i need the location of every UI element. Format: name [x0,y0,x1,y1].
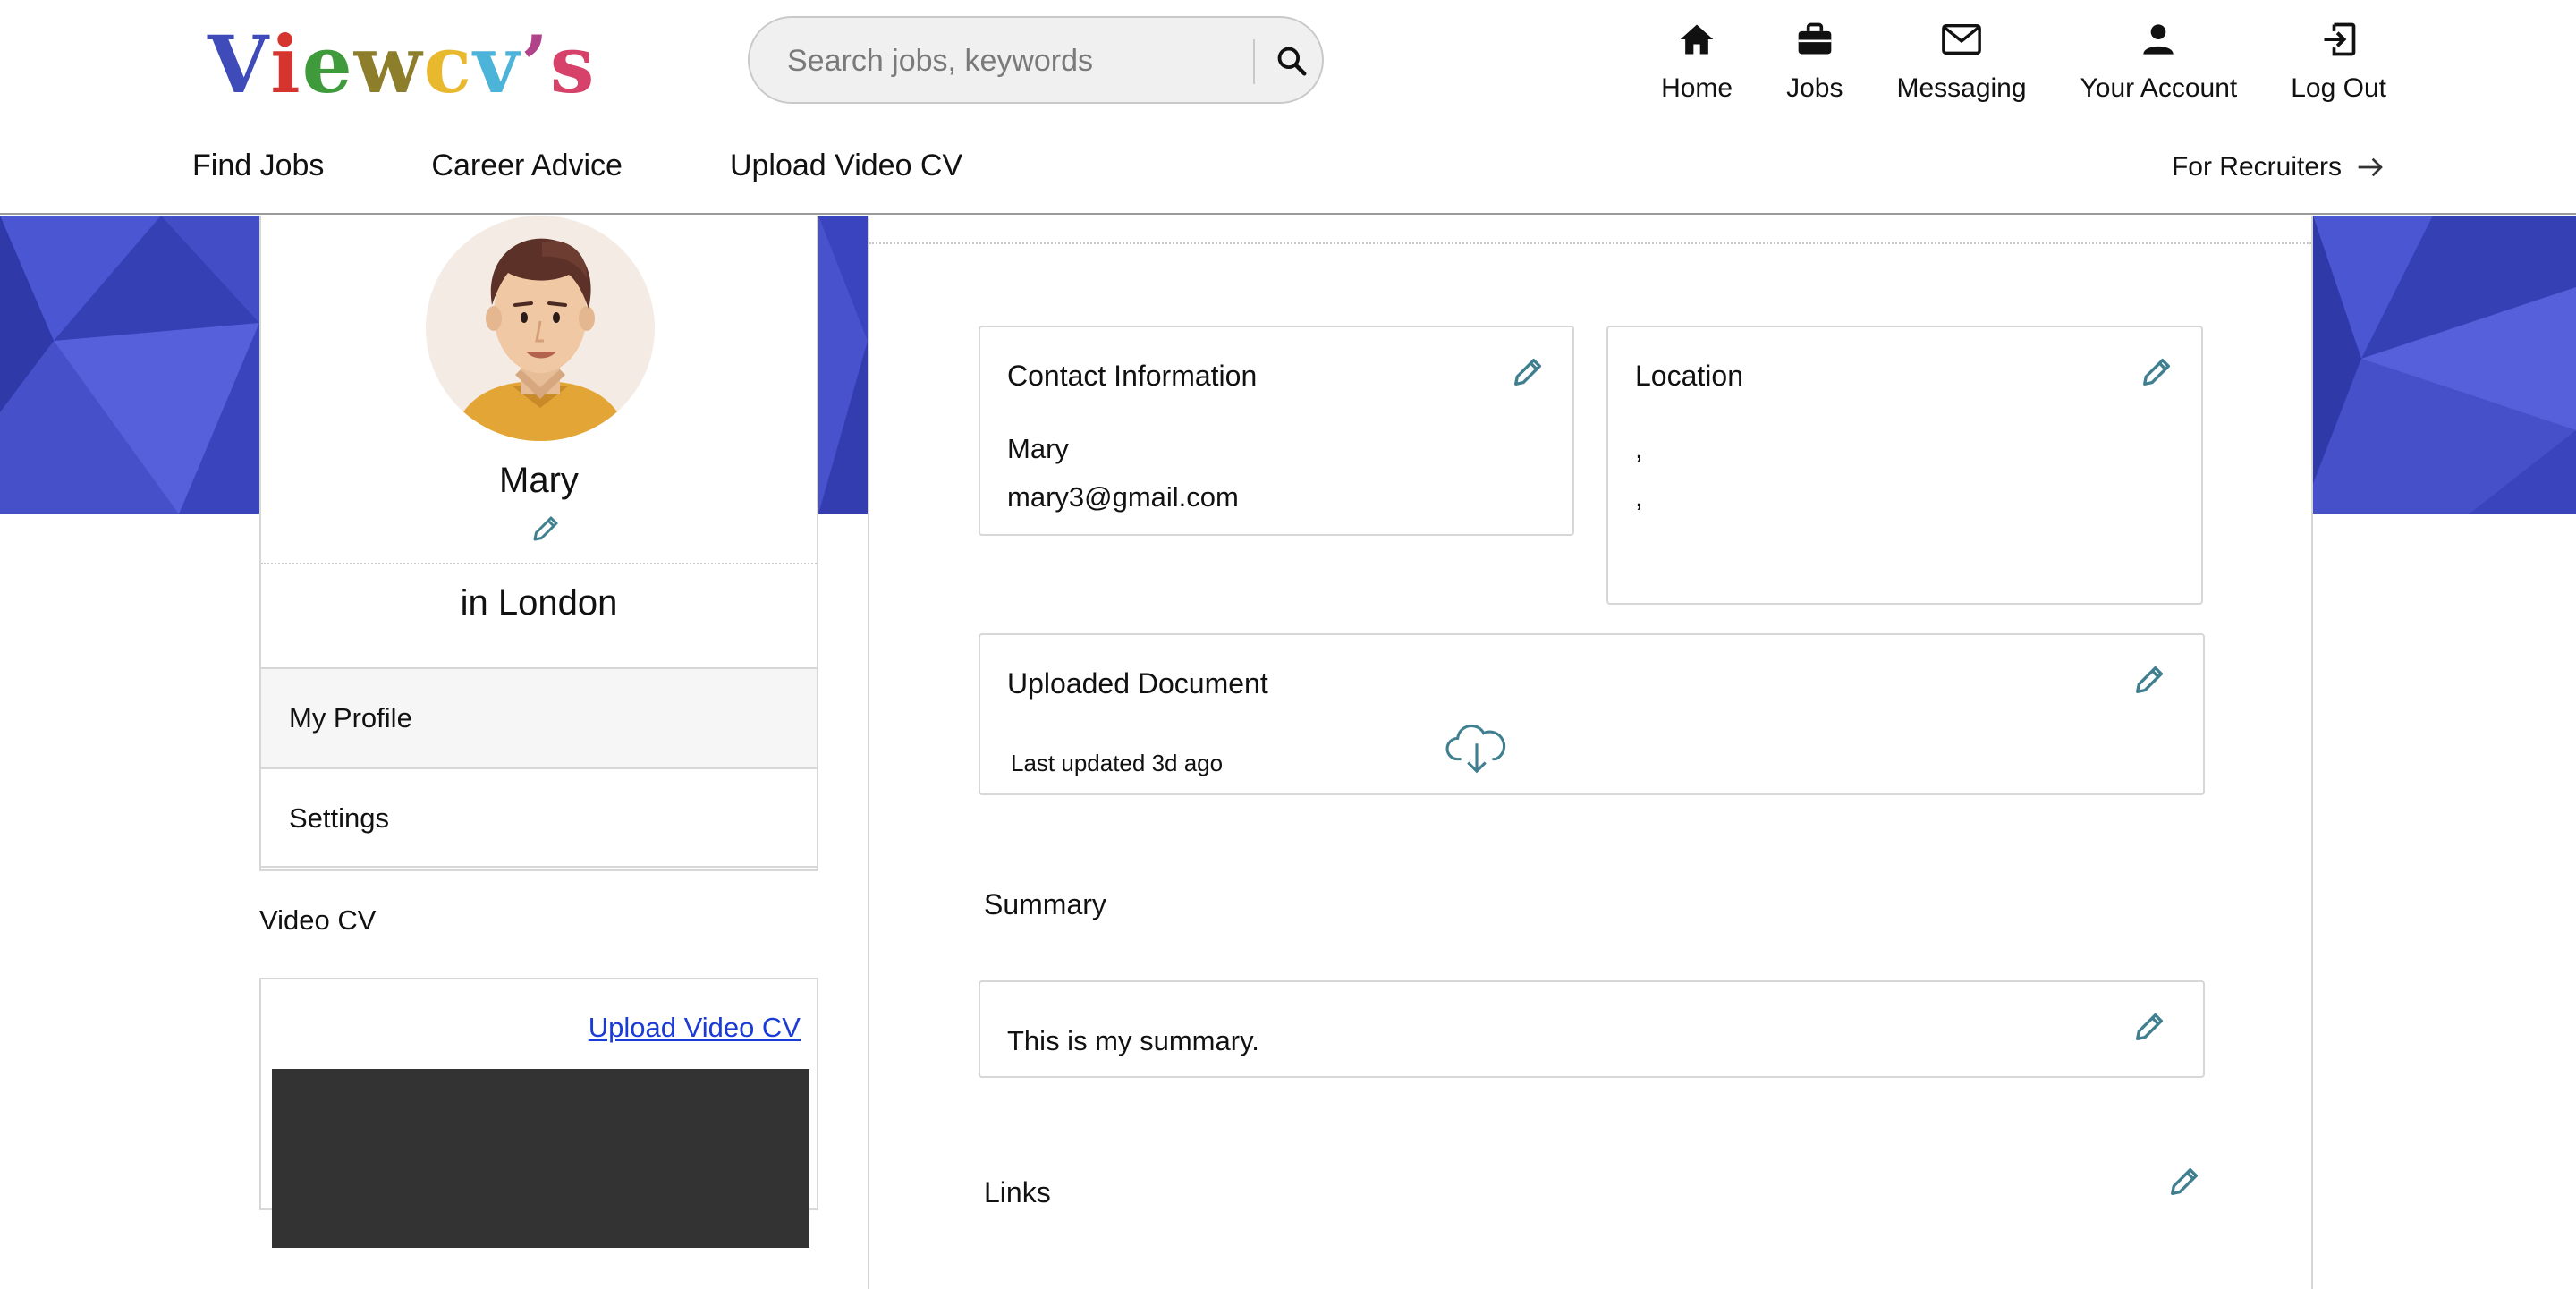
pencil-icon [1514,359,1541,386]
home-icon [1677,16,1716,63]
cloud-download-icon [1445,724,1506,774]
sub-navigation: Find Jobs Career Advice Upload Video CV [192,148,1070,183]
document-last-updated: Last updated 3d ago [1011,750,1224,776]
arrow-right-icon [2358,157,2383,177]
logo-letter: ’ [521,18,550,111]
envelope-icon [1941,16,1982,63]
uploaded-document-title: Uploaded Document [1007,667,1268,700]
site-header: Viewcv’s Home Jobs [0,0,2576,215]
search-button[interactable] [1265,34,1318,88]
for-recruiters-link[interactable]: For Recruiters [2172,152,2385,182]
contact-name: Mary [1007,433,1069,464]
location-line-2: , [1635,481,1643,513]
logo-letter: v [473,18,521,111]
logout-icon [2319,16,2359,63]
nav-label-home: Home [1661,73,1733,103]
logo-letter: e [301,18,354,111]
video-player[interactable] [272,1069,809,1248]
upload-video-cv-link[interactable]: Upload Video CV [589,1012,801,1044]
profile-side-menu: My Profile Settings [259,667,818,868]
contact-email: mary3@gmail.com [1007,481,1239,513]
subnav-career-advice[interactable]: Career Advice [431,148,623,183]
pencil-icon [533,516,558,541]
edit-name-button[interactable] [530,513,562,549]
subnav-find-jobs[interactable]: Find Jobs [192,148,324,183]
top-navigation: Home Jobs Messaging Your Account Log Out [1607,16,2386,104]
nav-your-account[interactable]: Your Account [2080,16,2238,104]
nav-messaging[interactable]: Messaging [1896,16,2027,104]
search-input[interactable] [785,38,1250,84]
site-logo[interactable]: Viewcv’s [208,20,596,109]
location-line-1: , [1635,433,1643,464]
uploaded-document-card: Uploaded Document Last updated 3d ago [979,633,2205,795]
logo-letter: i [270,18,302,111]
edit-summary-button[interactable] [2131,1009,2167,1049]
logo-letter: V [208,18,271,111]
contact-info-title: Contact Information [1007,360,1258,392]
menu-item-my-profile[interactable]: My Profile [259,667,818,767]
nav-label-jobs: Jobs [1786,73,1843,103]
pencil-icon [2143,359,2170,386]
edit-location-button[interactable] [2139,354,2174,394]
contact-info-card: Contact Information Mary mary3@gmail.com [979,326,1574,536]
menu-item-settings[interactable]: Settings [259,767,818,868]
search-bar [748,16,1324,104]
profile-divider [261,563,817,564]
main-top-divider [869,242,2311,244]
nav-home[interactable]: Home [1661,16,1733,104]
nav-label-log-out: Log Out [2291,73,2386,103]
pencil-icon [2171,1168,2198,1195]
avatar[interactable] [426,216,655,441]
links-heading: Links [984,1176,1051,1208]
nav-log-out[interactable]: Log Out [2291,16,2386,104]
briefcase-icon [1795,16,1835,63]
summary-card: This is my summary. [979,980,2205,1078]
summary-heading: Summary [984,888,1106,920]
summary-text: This is my summary. [1007,1025,1259,1056]
search-icon [1277,47,1307,76]
nav-label-messaging: Messaging [1896,73,2027,103]
location-card: Location , , [1606,326,2203,605]
nav-label-your-account: Your Account [2080,73,2238,103]
pencil-icon [2136,1013,2163,1040]
video-cv-card: Upload Video CV [259,978,818,1248]
edit-document-button[interactable] [2131,662,2167,702]
for-recruiters-label: For Recruiters [2171,152,2342,182]
edit-contact-button[interactable] [1510,354,1546,394]
location-title: Location [1635,360,1743,392]
subnav-upload-video-cv[interactable]: Upload Video CV [730,148,962,183]
download-document-button[interactable] [1445,721,1508,781]
profile-card: Mary in London My Profile Settings [259,216,818,871]
video-cv-heading: Video CV [259,904,377,936]
logo-letter: s [549,18,597,111]
profile-name: Mary [499,461,579,500]
logo-letter: c [423,18,474,111]
profile-location: in London [460,583,618,623]
pencil-icon [2136,666,2163,693]
main-panel: Contact Information Mary mary3@gmail.com… [868,216,2313,1289]
edit-links-button[interactable] [2166,1164,2202,1204]
logo-letter: w [353,18,424,111]
avatar-illustration [426,216,655,441]
user-icon [2140,16,2176,63]
search-divider [1253,39,1255,84]
nav-jobs[interactable]: Jobs [1786,16,1843,104]
